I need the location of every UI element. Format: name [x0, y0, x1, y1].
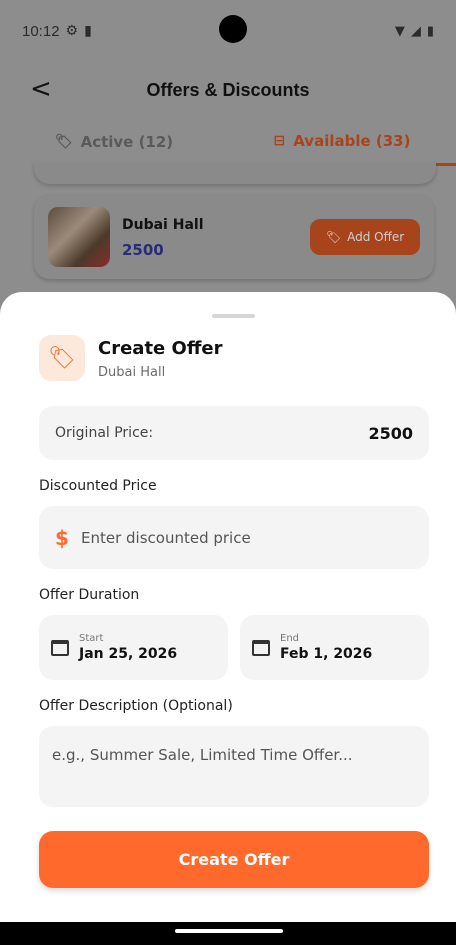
- venue-price: 2500: [122, 241, 164, 259]
- calendar-icon: [252, 639, 270, 656]
- system-nav-bar: [0, 922, 456, 945]
- offer-description-field[interactable]: [39, 726, 429, 807]
- signal-icon: ◢: [410, 23, 421, 39]
- offer-description-input[interactable]: [52, 746, 416, 787]
- tag-icon: 🏷: [54, 134, 73, 150]
- offer-description-label: Offer Description (Optional): [39, 698, 233, 714]
- end-label: End: [280, 633, 300, 644]
- create-offer-button[interactable]: Create Offer: [39, 831, 429, 888]
- tag-icon: 🏷: [325, 230, 342, 244]
- tab-label: Active (12): [80, 133, 174, 151]
- home-gesture-handle[interactable]: [175, 929, 283, 933]
- tab-available[interactable]: ⊟ Available (33): [228, 118, 456, 166]
- tab-label: Available (33): [293, 131, 411, 150]
- original-price-value: 2500: [368, 423, 413, 443]
- add-offer-button[interactable]: 🏷 Add Offer: [310, 219, 420, 255]
- archive-icon: ⊟: [273, 132, 286, 149]
- start-label: Start: [79, 633, 104, 644]
- sheet-drag-handle[interactable]: [212, 314, 255, 318]
- dollar-icon: $: [55, 525, 69, 550]
- original-price-box: Original Price: 2500: [39, 406, 429, 460]
- create-offer-sheet: 🏷 Create Offer Dubai Hall Original Price…: [0, 292, 456, 922]
- discounted-price-label: Discounted Price: [39, 478, 157, 494]
- end-date-value: Feb 1, 2026: [280, 646, 373, 662]
- offer-duration-label: Offer Duration: [39, 587, 140, 603]
- end-date-field[interactable]: End Feb 1, 2026: [240, 615, 429, 680]
- tab-active-offers[interactable]: 🏷 Active (12): [0, 118, 228, 166]
- page-title: Offers & Discounts: [146, 79, 310, 100]
- venue-name: Dubai Hall: [122, 217, 204, 233]
- back-icon[interactable]: <: [30, 76, 52, 102]
- venue-thumbnail: [48, 207, 110, 267]
- sheet-title: Create Offer: [98, 338, 223, 359]
- app-bar: < Offers & Discounts: [0, 62, 456, 118]
- discounted-price-input[interactable]: [81, 528, 413, 547]
- status-time: 10:12: [22, 22, 60, 40]
- start-date-value: Jan 25, 2026: [79, 646, 178, 662]
- sim-icon: ▮: [84, 23, 92, 39]
- original-price-label: Original Price:: [55, 425, 154, 441]
- sheet-subtitle: Dubai Hall: [98, 365, 166, 380]
- add-offer-label: Add Offer: [347, 230, 405, 244]
- start-date-field[interactable]: Start Jan 25, 2026: [39, 615, 228, 680]
- battery-icon: ▮: [426, 23, 434, 39]
- discounted-price-field[interactable]: $: [39, 506, 429, 569]
- list-card-previous: [34, 162, 436, 184]
- camera-cutout: [219, 15, 247, 43]
- tab-bar: 🏷 Active (12) ⊟ Available (33): [0, 118, 456, 166]
- wifi-icon: ▼: [394, 23, 405, 39]
- calendar-icon: [51, 639, 69, 656]
- status-bar: 10:12 ⚙ ▮ ▼ ◢ ▮: [0, 0, 456, 62]
- venue-card[interactable]: Dubai Hall 2500 🏷 Add Offer: [34, 195, 434, 279]
- tag-icon: 🏷: [39, 335, 85, 381]
- settings-icon: ⚙: [65, 23, 79, 39]
